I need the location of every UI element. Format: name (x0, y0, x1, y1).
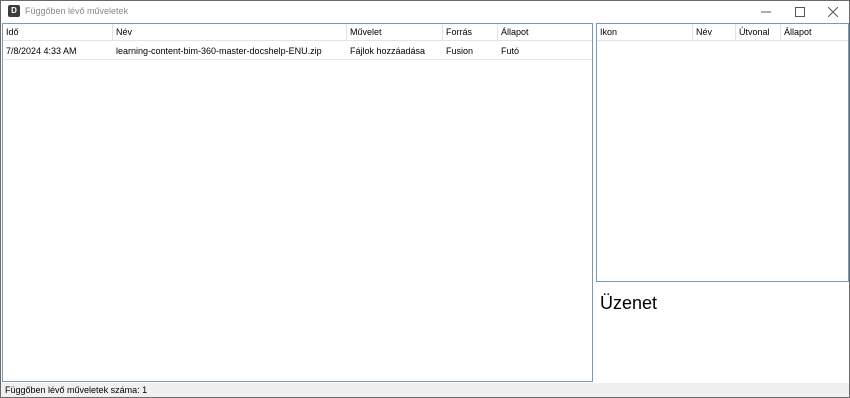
column-header-name[interactable]: Név (113, 24, 347, 41)
column-header-detail-name[interactable]: Név (693, 24, 736, 41)
column-header-path[interactable]: Útvonal (736, 24, 781, 41)
pending-operations-window: D Függőben lévő műveletek Idő Név Művele… (0, 0, 850, 398)
close-icon (827, 6, 838, 17)
column-header-source[interactable]: Forrás (443, 24, 498, 41)
close-button[interactable] (816, 1, 849, 22)
cell-status: Futó (501, 46, 520, 56)
message-title: Üzenet (600, 293, 658, 313)
window-title: Függőben lévő műveletek (25, 6, 129, 16)
column-header-time[interactable]: Idő (3, 24, 113, 41)
cell-name: learning-content-bim-360-master-docshelp… (116, 46, 322, 56)
pending-count-text: Függőben lévő műveletek száma: 1 (5, 385, 148, 395)
maximize-icon (794, 6, 805, 17)
details-header-row: Ikon Név Útvonal Állapot (597, 24, 848, 41)
message-panel: Üzenet (596, 284, 849, 382)
column-header-status[interactable]: Állapot (498, 24, 592, 41)
column-header-icon[interactable]: Ikon (597, 24, 693, 41)
status-bar: Függőben lévő műveletek száma: 1 (1, 383, 849, 397)
cell-time: 7/8/2024 4:33 AM (6, 46, 77, 56)
operations-list[interactable]: Idő Név Művelet Forrás Állapot 7/8/2024 … (2, 23, 593, 382)
app-icon: D (8, 5, 20, 17)
cell-operation: Fájlok hozzáadása (350, 46, 426, 56)
column-header-detail-status[interactable]: Állapot (781, 24, 848, 41)
minimize-button[interactable] (749, 1, 782, 22)
cell-source: Fusion (446, 46, 474, 56)
operations-header-row: Idő Név Művelet Forrás Állapot (3, 24, 592, 41)
maximize-button[interactable] (783, 1, 816, 22)
column-header-operation[interactable]: Művelet (347, 24, 443, 41)
minimize-icon (760, 11, 771, 12)
table-row[interactable]: 7/8/2024 4:33 AM learning-content-bim-36… (3, 42, 592, 60)
details-list[interactable]: Ikon Név Útvonal Állapot (596, 23, 849, 282)
title-bar[interactable]: D Függőben lévő műveletek (1, 1, 849, 22)
